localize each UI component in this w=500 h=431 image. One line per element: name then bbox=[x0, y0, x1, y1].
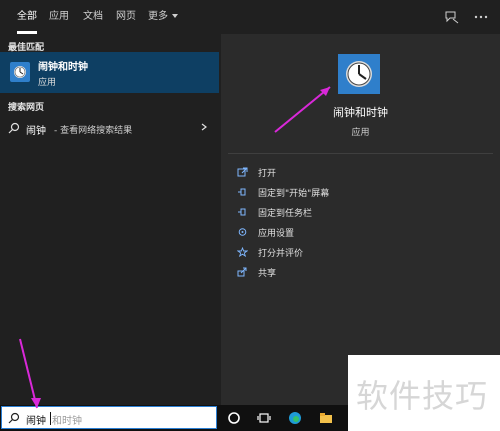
search-icon bbox=[8, 122, 20, 134]
action-pin-start[interactable]: 固定到"开始"屏幕 bbox=[221, 182, 500, 202]
open-icon bbox=[237, 167, 248, 177]
cortana-icon[interactable] bbox=[227, 411, 241, 425]
pin-icon bbox=[238, 188, 246, 196]
tab-more-label: 更多 bbox=[148, 11, 168, 22]
file-explorer-icon[interactable] bbox=[319, 411, 333, 425]
task-view-icon[interactable] bbox=[257, 411, 271, 425]
chevron-down-icon bbox=[172, 14, 178, 18]
clock-app-icon bbox=[10, 62, 30, 82]
action-rate-review[interactable]: 打分并评价 bbox=[221, 242, 500, 262]
action-share-label: 共享 bbox=[258, 269, 277, 279]
chevron-right-icon[interactable] bbox=[201, 123, 207, 131]
app-name: 闹钟和时钟 bbox=[333, 106, 388, 119]
divider bbox=[228, 153, 493, 154]
taskbar-search-box[interactable]: 闹钟 和时钟 bbox=[1, 406, 217, 429]
pin-taskbar-icon bbox=[238, 208, 246, 216]
app-type: 应用 bbox=[351, 128, 370, 138]
tab-documents[interactable]: 文档 bbox=[83, 0, 103, 34]
feedback-icon[interactable] bbox=[444, 10, 460, 24]
action-open-label: 打开 bbox=[258, 169, 277, 179]
search-autocomplete-hint: 和时钟 bbox=[52, 416, 82, 427]
app-details-header: 闹钟和时钟 应用 bbox=[221, 34, 500, 154]
start-search-window: 全部 应用 文档 网页 更多 最佳匹配 闹钟和时钟 应用 搜索网页 闹钟 - 查… bbox=[0, 0, 500, 431]
tab-all[interactable]: 全部 bbox=[17, 0, 37, 34]
edge-browser-icon[interactable] bbox=[288, 411, 302, 425]
star-icon bbox=[237, 247, 248, 257]
best-match-result[interactable]: 闹钟和时钟 应用 bbox=[0, 52, 219, 93]
search-icon bbox=[8, 412, 20, 424]
action-app-settings[interactable]: 应用设置 bbox=[221, 222, 500, 242]
search-input-text[interactable]: 闹钟 bbox=[26, 412, 46, 427]
gear-icon bbox=[238, 228, 247, 236]
watermark: 软件技巧 bbox=[348, 355, 500, 431]
tab-apps[interactable]: 应用 bbox=[49, 0, 69, 34]
best-match-title: 闹钟和时钟 bbox=[38, 62, 88, 73]
action-rate-review-label: 打分并评价 bbox=[258, 249, 304, 259]
web-search-label: 搜索网页 bbox=[8, 103, 45, 113]
web-search-result[interactable]: 闹钟 - 查看网络搜索结果 bbox=[0, 117, 219, 139]
app-details-panel: 闹钟和时钟 应用 打开 固定到"开始"屏幕 固定到任务栏 应用设置 打分并评价 … bbox=[221, 34, 500, 405]
web-search-suffix: - 查看网络搜索结果 bbox=[54, 126, 133, 136]
tab-more[interactable]: 更多 bbox=[148, 0, 178, 34]
action-pin-start-label: 固定到"开始"屏幕 bbox=[258, 189, 330, 199]
more-options-icon[interactable] bbox=[473, 10, 489, 24]
clock-app-large-icon[interactable] bbox=[338, 54, 380, 94]
share-icon bbox=[237, 267, 247, 277]
tab-web[interactable]: 网页 bbox=[116, 0, 136, 34]
best-match-type: 应用 bbox=[38, 78, 57, 88]
results-panel: 最佳匹配 闹钟和时钟 应用 搜索网页 闹钟 - 查看网络搜索结果 bbox=[0, 34, 221, 405]
action-pin-taskbar[interactable]: 固定到任务栏 bbox=[221, 202, 500, 222]
action-open[interactable]: 打开 bbox=[221, 162, 500, 182]
search-scope-tabs: 全部 应用 文档 网页 更多 bbox=[0, 0, 500, 35]
web-search-query: 闹钟 bbox=[26, 126, 46, 137]
action-app-settings-label: 应用设置 bbox=[258, 229, 295, 239]
action-share[interactable]: 共享 bbox=[221, 262, 500, 282]
watermark-text: 软件技巧 bbox=[356, 377, 489, 415]
action-pin-taskbar-label: 固定到任务栏 bbox=[258, 209, 313, 219]
text-cursor bbox=[50, 412, 51, 425]
